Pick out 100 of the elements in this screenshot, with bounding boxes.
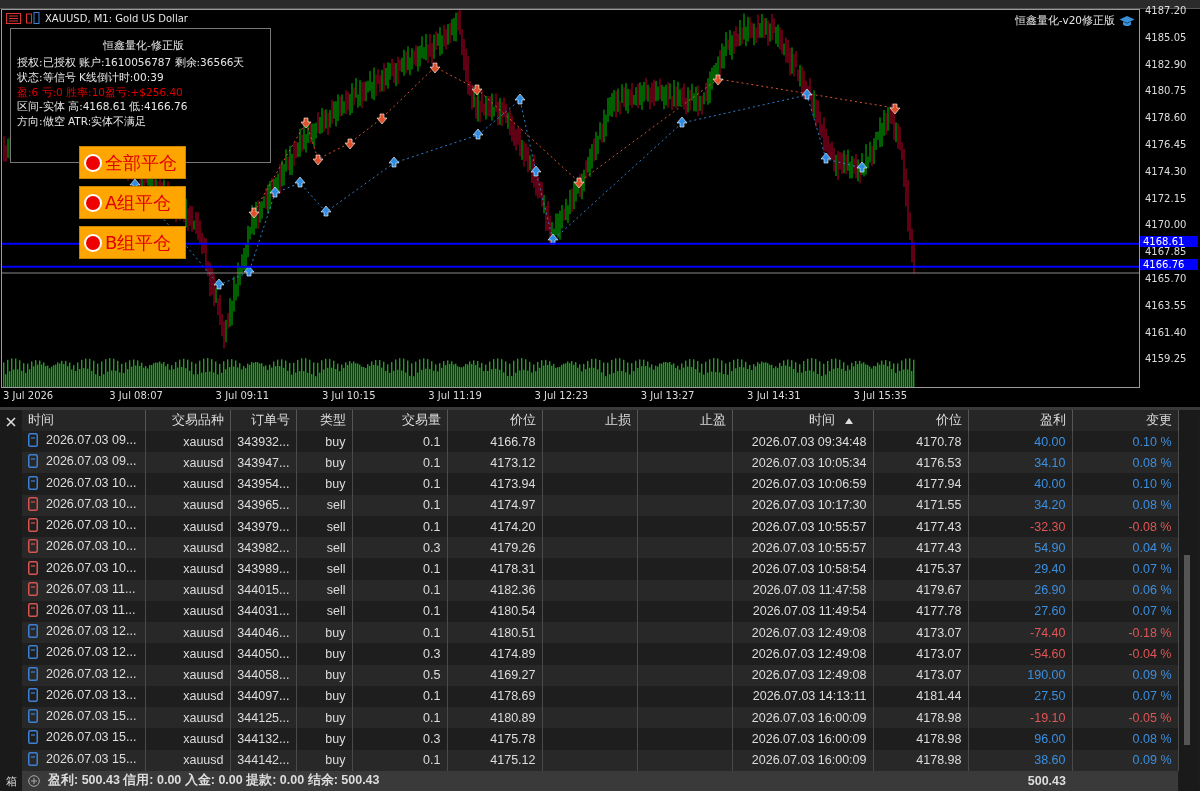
- column-header[interactable]: 时间: [22, 410, 145, 431]
- price-tick-label: 4161.40: [1144, 327, 1187, 338]
- table-cell: xauusd: [183, 583, 224, 598]
- column-header[interactable]: 盈利: [968, 410, 1072, 431]
- up-arrow-icon: [547, 233, 559, 245]
- table-cell: 96.00: [1034, 731, 1066, 746]
- column-header[interactable]: 变更: [1072, 410, 1178, 431]
- table-cell: 4178.98: [916, 731, 962, 746]
- table-cell: 4174.89: [490, 646, 536, 661]
- time-tick-label: 3 Jul 08:07: [109, 390, 163, 401]
- column-header[interactable]: 类型: [296, 410, 352, 431]
- time-tick-label: 3 Jul 2026: [3, 390, 54, 401]
- table-cell: 0.5: [423, 668, 441, 683]
- table-cell: 4170.78: [916, 434, 962, 449]
- table-cell: 2026.07.03 10:55:57: [751, 519, 867, 534]
- down-arrow-icon: [471, 84, 483, 96]
- table-cell: sell: [326, 604, 346, 619]
- table-cell: -54.60: [1030, 646, 1066, 661]
- table-cell: 34.10: [1034, 455, 1066, 470]
- table-cell: 344015...: [237, 583, 290, 598]
- table-cell: 4178.69: [490, 689, 536, 704]
- table-cell: 2026.07.03 10...: [46, 539, 137, 554]
- up-arrow-icon: [388, 156, 400, 168]
- table-cell: xauusd: [183, 455, 224, 470]
- time-tick-label: 3 Jul 09:11: [215, 390, 270, 401]
- column-header[interactable]: 止盈: [637, 410, 732, 431]
- column-header[interactable]: 交易品种: [145, 410, 230, 431]
- column-header[interactable]: 订单号: [230, 410, 296, 431]
- table-cell: 343979...: [237, 519, 290, 534]
- expand-icon[interactable]: [28, 774, 40, 787]
- table-cell: 343982...: [237, 540, 290, 555]
- column-header[interactable]: 交易量: [352, 410, 447, 431]
- price-tick-label: 4187.20: [1144, 6, 1187, 16]
- table-cell: 2026.07.03 12:49:08: [751, 668, 867, 683]
- table-cell: 4178.98: [916, 710, 962, 725]
- table-cell: 0.1: [423, 519, 441, 534]
- table-cell: 4178.98: [916, 753, 962, 768]
- table-cell: 2026.07.03 10:17:30: [751, 498, 867, 513]
- table-cell: 2026.07.03 10...: [46, 560, 137, 575]
- table-cell: 4180.54: [490, 604, 536, 619]
- time-tick-label: 3 Jul 10:15: [321, 390, 376, 401]
- table-cell: 344031...: [237, 604, 290, 619]
- table-cell: xauusd: [183, 689, 224, 704]
- column-header[interactable]: 价位: [447, 410, 542, 431]
- table-cell: 27.60: [1034, 604, 1066, 619]
- table-cell: buy: [325, 455, 346, 470]
- down-arrow-icon: [573, 177, 585, 189]
- table-cell: 0.3: [423, 646, 441, 661]
- table-cell: sell: [326, 498, 346, 513]
- table-cell: 0.04 %: [1132, 540, 1172, 555]
- up-arrow-icon: [294, 176, 306, 188]
- column-header[interactable]: 时间: [732, 410, 873, 431]
- table-cell: 2026.07.03 10...: [46, 496, 137, 511]
- table-cell: 344097...: [237, 689, 290, 704]
- table-cell: 0.3: [423, 540, 441, 555]
- table-cell: 4177.94: [916, 477, 962, 492]
- table-cell: 0.1: [423, 434, 441, 449]
- table-cell: 2026.07.03 12:49:08: [751, 625, 867, 640]
- table-cell: 27.50: [1034, 689, 1066, 704]
- table-cell: 2026.07.03 11...: [46, 581, 136, 596]
- price-tick-label: 4163.55: [1144, 300, 1187, 311]
- table-cell: 2026.07.03 10:06:59: [751, 477, 867, 492]
- table-cell: 2026.07.03 09:34:48: [751, 434, 867, 449]
- table-cell: 4169.27: [490, 668, 536, 683]
- table-cell: 0.1: [423, 498, 441, 513]
- table-cell: 34.20: [1034, 498, 1066, 513]
- table-cell: 4175.78: [490, 731, 536, 746]
- table-cell: 4173.07: [916, 646, 962, 661]
- table-cell: 0.09 %: [1132, 668, 1172, 683]
- table-cell: 26.90: [1034, 583, 1066, 598]
- table-cell: 0.07 %: [1132, 604, 1172, 619]
- table-cell: buy: [325, 434, 346, 449]
- table-cell: 4180.51: [490, 625, 536, 640]
- time-tick-label: 3 Jul 11:19: [428, 390, 482, 401]
- table-cell: buy: [325, 477, 346, 492]
- table-cell: 2026.07.03 10:58:54: [751, 562, 867, 576]
- down-arrow-icon: [300, 117, 312, 129]
- table-cell: -0.05 %: [1128, 710, 1172, 725]
- price-tick-label: 4182.90: [1144, 59, 1187, 70]
- table-cell: 343965...: [237, 498, 290, 513]
- table-cell: 343989...: [237, 562, 290, 576]
- table-cell: 4171.55: [916, 498, 962, 513]
- column-header[interactable]: 价位: [873, 410, 968, 431]
- table-cell: 2026.07.03 14:13:11: [752, 689, 867, 704]
- up-arrow-icon: [243, 265, 255, 277]
- table-cell: buy: [325, 710, 346, 725]
- close-icon[interactable]: [6, 417, 16, 427]
- up-arrow-icon: [801, 88, 813, 100]
- table-cell: 2026.07.03 12...: [46, 645, 137, 660]
- table-cell: 4176.53: [916, 455, 962, 470]
- table-cell: 0.10 %: [1132, 434, 1172, 449]
- table-cell: 4177.78: [916, 604, 962, 619]
- column-header[interactable]: 止损: [542, 410, 637, 431]
- graduation-cap-icon: [1119, 15, 1135, 27]
- up-arrow-icon: [472, 128, 484, 140]
- table-cell: -19.10: [1030, 710, 1066, 725]
- table-cell: -0.08 %: [1128, 519, 1172, 534]
- table-cell: 0.1: [423, 583, 441, 598]
- up-arrow-icon: [269, 186, 281, 198]
- table-cell: 4178.31: [490, 562, 536, 576]
